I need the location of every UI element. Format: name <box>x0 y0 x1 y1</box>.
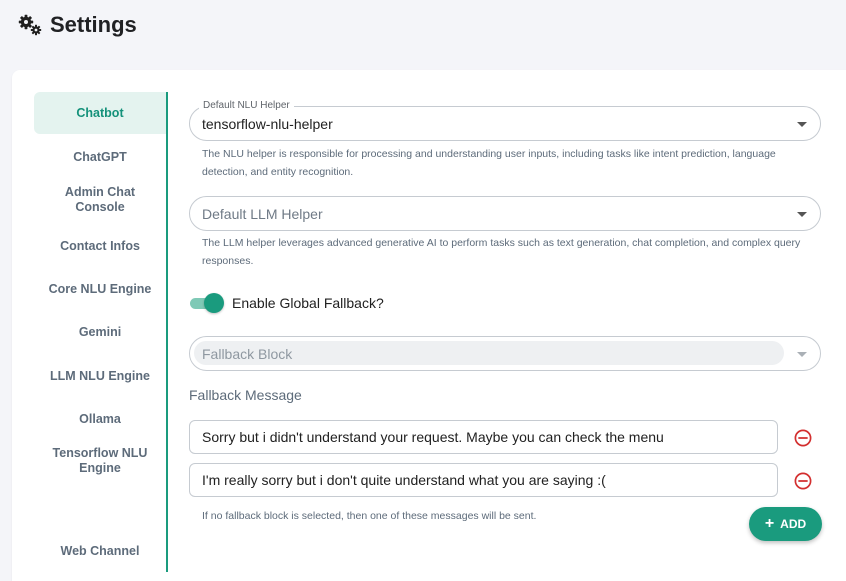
page-header: Settings <box>18 10 137 40</box>
fallback-block-placeholder: Fallback Block <box>202 346 293 362</box>
remove-circle-icon[interactable] <box>794 429 812 447</box>
tab-web-channel[interactable]: Web Channel <box>34 540 166 562</box>
fallback-message-label: Fallback Message <box>189 387 302 403</box>
tab-ollama[interactable]: Ollama <box>34 408 166 430</box>
gears-icon <box>18 14 42 36</box>
nlu-helper-value: tensorflow-nlu-helper <box>202 116 333 132</box>
add-message-button[interactable]: + ADD <box>749 507 822 541</box>
settings-content: Default NLU Helper tensorflow-nlu-helper… <box>188 70 846 581</box>
tab-chatbot[interactable]: Chatbot <box>34 92 166 134</box>
tab-chatgpt[interactable]: ChatGPT <box>34 146 166 168</box>
chevron-down-icon <box>797 122 807 127</box>
settings-card: Chatbot ChatGPT Admin Chat Console Conta… <box>12 70 846 581</box>
tab-admin-chat-console[interactable]: Admin Chat Console <box>34 184 166 216</box>
chevron-down-icon <box>797 212 807 217</box>
tab-gemini[interactable]: Gemini <box>34 321 166 343</box>
fallback-block-select[interactable]: Fallback Block <box>189 336 821 371</box>
fallback-message-input-2[interactable] <box>189 463 778 497</box>
chevron-down-icon <box>797 352 807 357</box>
global-fallback-label: Enable Global Fallback? <box>232 295 384 311</box>
tab-core-nlu-engine[interactable]: Core NLU Engine <box>34 278 166 300</box>
fallback-message-help: If no fallback block is selected, then o… <box>202 510 537 522</box>
tab-tensorflow-nlu-engine[interactable]: Tensorflow NLU Engine <box>34 445 166 477</box>
add-button-label: ADD <box>780 517 807 531</box>
llm-helper-placeholder: Default LLM Helper <box>202 206 323 222</box>
settings-tabs: Chatbot ChatGPT Admin Chat Console Conta… <box>34 92 168 572</box>
llm-helper-help: The LLM helper leverages advanced genera… <box>202 237 801 267</box>
llm-helper-select[interactable]: Default LLM Helper <box>189 196 821 231</box>
switch-thumb <box>204 293 224 313</box>
nlu-helper-select[interactable]: Default NLU Helper tensorflow-nlu-helper <box>189 100 821 141</box>
fallback-message-input-1[interactable] <box>189 420 778 454</box>
nlu-helper-help: The NLU helper is responsible for proces… <box>202 148 776 178</box>
plus-icon: + <box>764 515 775 532</box>
nlu-helper-label: Default NLU Helper <box>199 100 294 111</box>
page-title: Settings <box>50 12 137 37</box>
tab-contact-infos[interactable]: Contact Infos <box>34 235 166 257</box>
tab-llm-nlu-engine[interactable]: LLM NLU Engine <box>34 365 166 387</box>
global-fallback-switch[interactable] <box>190 293 224 313</box>
remove-circle-icon[interactable] <box>794 472 812 490</box>
